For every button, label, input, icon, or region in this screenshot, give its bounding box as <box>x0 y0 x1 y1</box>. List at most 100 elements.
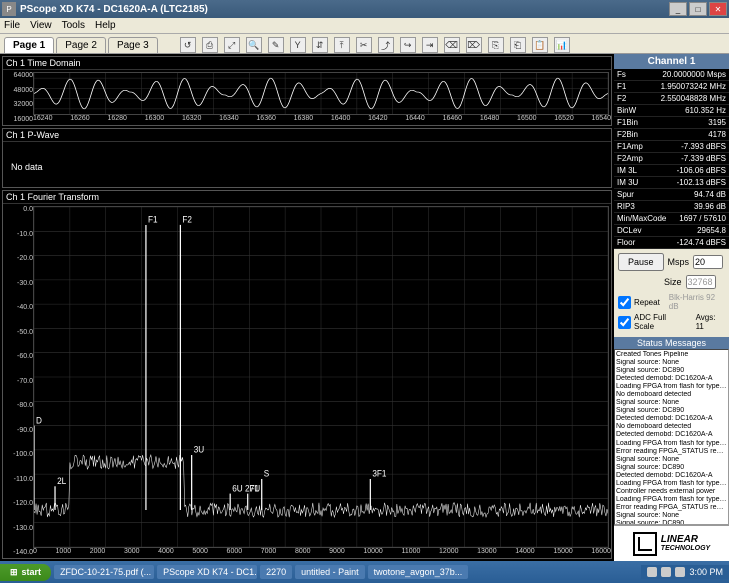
toolbar-btn-10[interactable]: ↪ <box>400 37 416 53</box>
metric-row: F1Amp-7.393 dBFS <box>614 141 729 153</box>
status-line: Controller needs external power <box>616 488 727 496</box>
metric-row: DCLev29654.8 <box>614 225 729 237</box>
logo-brand: LINEAR <box>661 535 710 545</box>
tray-icon[interactable] <box>675 567 685 577</box>
plot-time-body[interactable]: 64000480003200016000 1624016260162801630… <box>3 70 611 125</box>
channel-header: Channel 1 <box>614 54 729 69</box>
toolbar-btn-7[interactable]: ⤒ <box>334 37 350 53</box>
status-line: Error reading FPGA_STATUS register <box>616 504 727 512</box>
tray-icon[interactable] <box>647 567 657 577</box>
toolbar-btn-14[interactable]: ⎘ <box>488 37 504 53</box>
status-line: No demoboard detected <box>616 391 727 399</box>
taskbar-item[interactable]: ZFDC-10-21-75.pdf (... <box>54 565 154 579</box>
menubar: File View Tools Help <box>0 18 729 34</box>
start-button[interactable]: ⊞ start <box>0 564 51 581</box>
metric-row: BinW610.352 Hz <box>614 105 729 117</box>
svg-text:F1: F1 <box>148 214 158 224</box>
metric-row: F2Amp-7.339 dBFS <box>614 153 729 165</box>
maximize-button[interactable]: □ <box>689 2 707 16</box>
svg-text:3U: 3U <box>194 444 204 454</box>
svg-text:S: S <box>264 468 270 478</box>
pause-button[interactable]: Pause <box>618 253 664 271</box>
minimize-button[interactable]: _ <box>669 2 687 16</box>
status-line: Signal source: None <box>616 359 727 367</box>
svg-text:7U: 7U <box>250 483 260 493</box>
toolbar-btn-1[interactable]: ⎙ <box>202 37 218 53</box>
metric-row: IM 3U-102.13 dBFS <box>614 177 729 189</box>
metric-row: F22.550048828 MHz <box>614 93 729 105</box>
metric-row: IM 3L-106.06 dBFS <box>614 165 729 177</box>
system-tray[interactable]: 3:00 PM <box>641 565 729 579</box>
metric-row: Fs20.0000000 Msps <box>614 69 729 81</box>
tray-icon[interactable] <box>661 567 671 577</box>
window-title: PScope XD K74 - DC1620A-A (LTC2185) <box>20 4 667 15</box>
status-line: Detected demobd: DC1620A-A <box>616 472 727 480</box>
metric-row: Floor-124.74 dBFS <box>614 237 729 249</box>
menu-view[interactable]: View <box>30 20 52 31</box>
plot-pwave-body[interactable]: No data <box>3 142 611 192</box>
status-line: Signal source: None <box>616 399 727 407</box>
metric-row: Min/MaxCode1697 / 57610 <box>614 213 729 225</box>
status-line: Loading FPGA from flash for type 18 <box>616 496 727 504</box>
status-line: Loading FPGA from flash for type 18 <box>616 383 727 391</box>
toolbar-btn-12[interactable]: ⌫ <box>444 37 460 53</box>
tab-page3[interactable]: Page 3 <box>108 37 158 53</box>
status-messages[interactable]: Created Tones PipelineSignal source: Non… <box>614 349 729 525</box>
status-line: Signal source: DC890 <box>616 464 727 472</box>
clock[interactable]: 3:00 PM <box>689 567 723 577</box>
repeat-checkbox[interactable] <box>618 296 631 309</box>
menu-file[interactable]: File <box>4 20 20 31</box>
panel-pwave: Ch 1 P-Wave No data <box>2 128 612 188</box>
toolbar-btn-4[interactable]: ✎ <box>268 37 284 53</box>
adcfs-label: ADC Full Scale <box>634 313 687 331</box>
toolbar-btn-9[interactable]: ⤴ <box>378 37 394 53</box>
size-input[interactable] <box>686 275 716 289</box>
toolbar-btn-2[interactable]: ⤢ <box>224 37 240 53</box>
menu-help[interactable]: Help <box>95 20 116 31</box>
toolbar-btn-11[interactable]: ⇥ <box>422 37 438 53</box>
status-line: Loading FPGA from flash for type 18 <box>616 440 727 448</box>
plot-fft-body[interactable]: 0.0-10.0-20.0-30.0-40.0-50.0-60.0-70.0-8… <box>3 204 611 558</box>
toolbar-btn-17[interactable]: 📊 <box>554 37 570 53</box>
pwave-nodata: No data <box>3 142 611 192</box>
metric-row: F11.950073242 MHz <box>614 81 729 93</box>
svg-text:F2: F2 <box>182 214 192 224</box>
close-button[interactable]: ✕ <box>709 2 727 16</box>
repeat-label: Repeat <box>634 298 660 307</box>
panel-fft: Ch 1 Fourier Transform 0.0-10.0-20.0-30.… <box>2 190 612 559</box>
toolbar-btn-8[interactable]: ✂ <box>356 37 372 53</box>
toolbar-btn-5[interactable]: Y <box>290 37 306 53</box>
taskbar-item[interactable]: untitled - Paint <box>295 565 365 579</box>
menu-tools[interactable]: Tools <box>62 20 85 31</box>
tab-page2[interactable]: Page 2 <box>56 37 106 53</box>
adcfs-checkbox[interactable] <box>618 316 631 329</box>
status-line: Signal source: None <box>616 456 727 464</box>
toolbar-btn-16[interactable]: 📋 <box>532 37 548 53</box>
logo-sub: TECHNOLOGY <box>661 545 710 552</box>
main-area: Ch 1 Time Domain 64000480003200016000 16… <box>0 54 729 561</box>
status-line: Signal source: DC890 <box>616 407 727 415</box>
metric-row: RIP339.96 dB <box>614 201 729 213</box>
taskbar-item[interactable]: twotone_avgon_37b... <box>368 565 468 579</box>
metric-row: Spur94.74 dB <box>614 189 729 201</box>
size-label: Size <box>664 277 682 287</box>
status-line: Detected demobd: DC1620A-A <box>616 375 727 383</box>
toolbar-btn-0[interactable]: ↺ <box>180 37 196 53</box>
taskbar-item[interactable]: PScope XD K74 - DC1... <box>157 565 257 579</box>
svg-text:D: D <box>36 415 42 425</box>
app-icon: P <box>2 2 16 16</box>
controls-panel: Pause Msps Size Repeat Blk-Harris 92 dB … <box>614 249 729 337</box>
metric-row: F2Bin4178 <box>614 129 729 141</box>
toolbar-btn-13[interactable]: ⌦ <box>466 37 482 53</box>
tab-page1[interactable]: Page 1 <box>4 37 54 53</box>
lt-logo-icon <box>633 532 657 556</box>
toolbar-btn-3[interactable]: 🔍 <box>246 37 262 53</box>
status-line: Detected demobd: DC1620A-A <box>616 431 727 439</box>
time-plot-svg <box>34 73 608 114</box>
status-line: Loading FPGA from flash for type 18 <box>616 480 727 488</box>
toolbar-btn-6[interactable]: ⇵ <box>312 37 328 53</box>
toolbar-btn-15[interactable]: ⎗ <box>510 37 526 53</box>
status-line: No demoboard detected <box>616 423 727 431</box>
taskbar-item[interactable]: 2270 <box>260 565 292 579</box>
msps-input[interactable] <box>693 255 723 269</box>
